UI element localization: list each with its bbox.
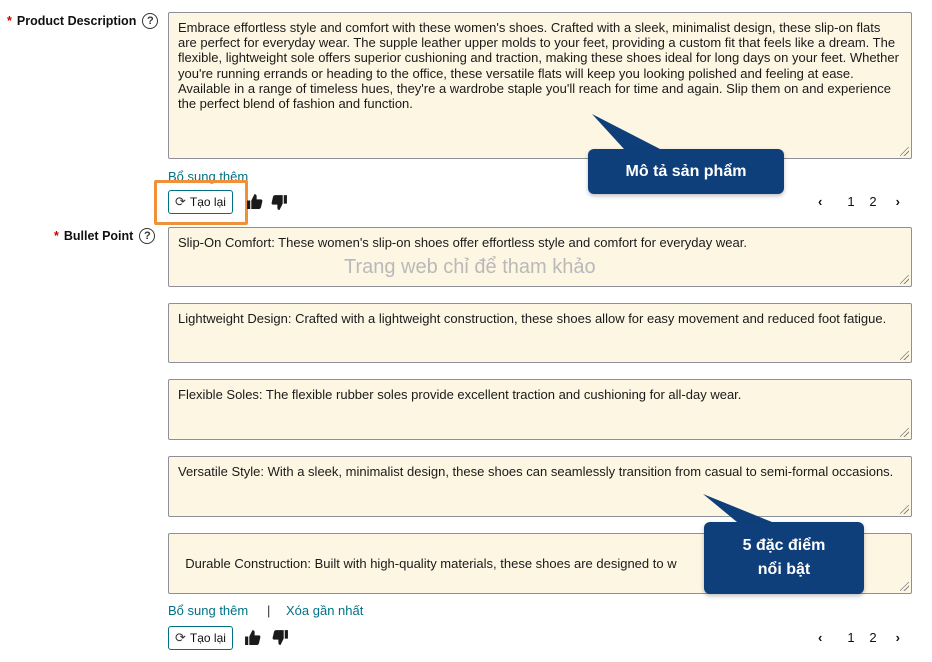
resize-handle-icon[interactable]	[900, 428, 909, 437]
bullet-point-2-text: Lightweight Design: Crafted with a light…	[178, 311, 887, 326]
resize-handle-icon[interactable]	[900, 505, 909, 514]
question-circle-icon[interactable]: ?	[142, 13, 159, 29]
watermark-text: Trang web chỉ để tham khảo	[344, 256, 596, 278]
thumbs-up-icon[interactable]	[244, 629, 261, 646]
required-asterisk: *	[54, 229, 59, 243]
product-description-textarea[interactable]: Embrace effortless style and comfort wit…	[168, 12, 912, 159]
link-separator: |	[267, 603, 271, 618]
resize-handle-icon[interactable]	[900, 275, 909, 284]
refresh-icon: ⟳	[175, 630, 186, 645]
thumbs-down-icon[interactable]	[272, 629, 289, 646]
regenerate-label: Tạo lại	[189, 195, 226, 209]
bullets-callout-line2: nổi bật	[757, 561, 811, 578]
refresh-icon: ⟳	[175, 194, 186, 209]
product-description-label-text: Product Description	[16, 14, 137, 28]
regenerate-label: Tạo lại	[189, 631, 226, 645]
description-callout-text: Mô tả sản phẩm	[625, 163, 747, 180]
bullet-point-4-textarea[interactable]: Versatile Style: With a sleek, minimalis…	[168, 456, 912, 517]
add-more-bullets-link[interactable]: Bổ sung thêm	[168, 603, 248, 618]
description-callout: Mô tả sản phẩm	[588, 149, 784, 194]
description-pager: ‹ 1 2 ›	[818, 194, 900, 209]
resize-handle-icon[interactable]	[900, 147, 909, 156]
required-asterisk: *	[7, 14, 12, 28]
product-description-label: * Product Description ?	[7, 13, 159, 29]
page-2-link[interactable]: 2	[862, 630, 884, 645]
chevron-right-icon[interactable]: ›	[884, 630, 900, 645]
regenerate-bullets-button[interactable]: ⟳ Tạo lại	[168, 626, 233, 650]
bullet-point-label: * Bullet Point ?	[54, 228, 156, 244]
bullet-point-4-text: Versatile Style: With a sleek, minimalis…	[178, 464, 894, 479]
regenerate-description-button[interactable]: ⟳ Tạo lại	[168, 190, 233, 214]
clear-latest-link[interactable]: Xóa gần nhất	[286, 603, 363, 618]
bullets-callout: 5 đặc điểm nổi bật	[704, 522, 864, 594]
chevron-left-icon[interactable]: ‹	[818, 630, 840, 645]
bullets-pager: ‹ 1 2 ›	[818, 630, 900, 645]
product-description-text: Embrace effortless style and comfort wit…	[178, 20, 899, 112]
bullet-point-1-text: Slip-On Comfort: These women's slip-on s…	[178, 235, 747, 250]
bullet-point-3-textarea[interactable]: Flexible Soles: The flexible rubber sole…	[168, 379, 912, 440]
thumbs-up-icon[interactable]	[246, 193, 263, 210]
page-2-link[interactable]: 2	[862, 194, 884, 209]
bullet-point-3-text: Flexible Soles: The flexible rubber sole…	[178, 387, 742, 402]
page-1-link[interactable]: 1	[840, 630, 862, 645]
bullet-point-2-textarea[interactable]: Lightweight Design: Crafted with a light…	[168, 303, 912, 363]
bullet-point-label-text: Bullet Point	[63, 229, 134, 243]
resize-handle-icon[interactable]	[900, 351, 909, 360]
chevron-left-icon[interactable]: ‹	[818, 194, 840, 209]
resize-handle-icon[interactable]	[900, 582, 909, 591]
page-1-link[interactable]: 1	[840, 194, 862, 209]
question-circle-icon[interactable]: ?	[139, 228, 156, 244]
chevron-right-icon[interactable]: ›	[884, 194, 900, 209]
bullets-callout-line1: 5 đặc điểm	[742, 537, 826, 554]
thumbs-down-icon[interactable]	[271, 194, 288, 211]
